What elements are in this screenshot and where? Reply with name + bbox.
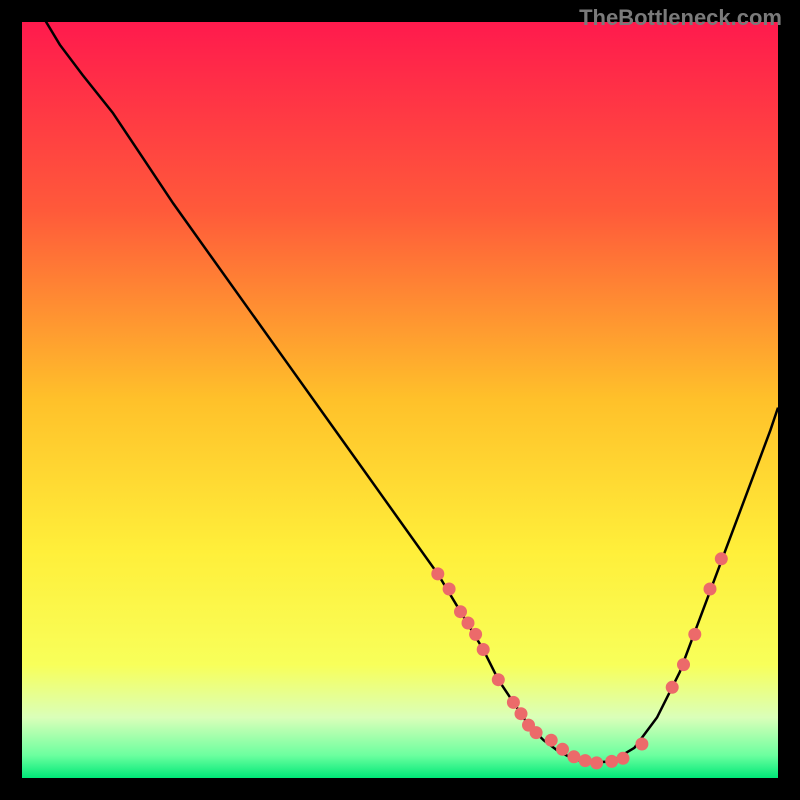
data-point: [507, 696, 520, 709]
data-point: [704, 583, 717, 596]
data-point: [715, 552, 728, 565]
data-point: [556, 743, 569, 756]
data-point: [462, 617, 475, 630]
data-point: [579, 754, 592, 767]
data-point: [677, 658, 690, 671]
data-point: [605, 755, 618, 768]
data-point: [431, 567, 444, 580]
data-point: [454, 605, 467, 618]
data-point: [492, 673, 505, 686]
data-point: [590, 756, 603, 769]
data-point: [545, 734, 558, 747]
data-point: [443, 583, 456, 596]
data-point: [477, 643, 490, 656]
data-point: [688, 628, 701, 641]
data-point: [515, 707, 528, 720]
data-point: [635, 738, 648, 751]
bottleneck-chart: [22, 22, 778, 778]
chart-container: [22, 22, 778, 778]
data-point: [469, 628, 482, 641]
data-point: [666, 681, 679, 694]
data-point: [567, 750, 580, 763]
watermark-text: TheBottleneck.com: [579, 5, 782, 31]
data-point: [530, 726, 543, 739]
data-point: [617, 752, 630, 765]
chart-background: [22, 22, 778, 778]
